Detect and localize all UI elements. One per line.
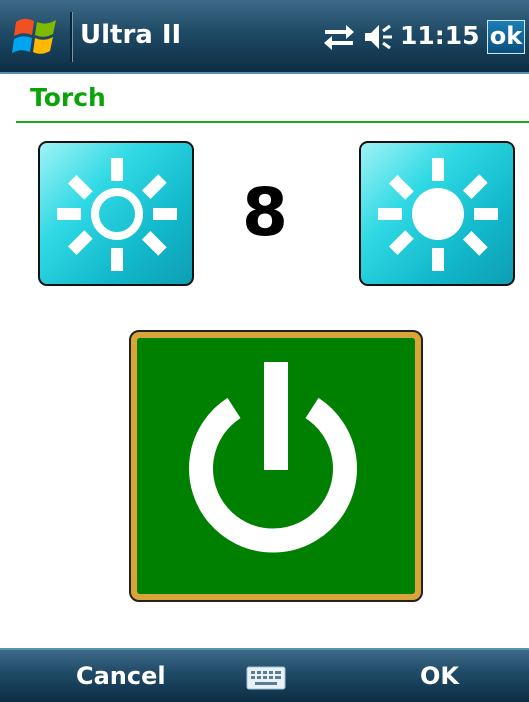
power-icon	[189, 362, 357, 553]
keyboard-icon[interactable]	[246, 666, 286, 690]
brightness-decrease-button[interactable]	[38, 141, 194, 286]
volume-icon[interactable]	[363, 20, 395, 54]
page-title: Torch	[30, 83, 106, 112]
title-bar: Ultra II 11:15 ok	[0, 0, 529, 74]
cancel-softkey[interactable]: Cancel	[76, 662, 166, 690]
connectivity-icon[interactable]	[322, 21, 356, 53]
brightness-level: 8	[242, 174, 288, 251]
ok-softkey[interactable]: OK	[420, 662, 459, 690]
title-separator	[70, 12, 73, 62]
windows-start-icon[interactable]	[10, 12, 64, 62]
app-title: Ultra II	[80, 20, 182, 50]
brightness-increase-button[interactable]	[359, 141, 515, 286]
softkey-bar: Cancel OK	[0, 648, 529, 702]
torch-screen: Ultra II 11:15 ok Torch 8 Cancel OK	[0, 0, 529, 702]
power-button[interactable]	[129, 330, 423, 602]
clock: 11:15	[400, 21, 480, 50]
title-ok-button[interactable]: ok	[487, 20, 525, 54]
brightness-increase-icon	[378, 158, 498, 271]
power-button-face	[137, 338, 415, 594]
heading-divider	[16, 121, 529, 123]
brightness-decrease-icon	[57, 158, 177, 271]
